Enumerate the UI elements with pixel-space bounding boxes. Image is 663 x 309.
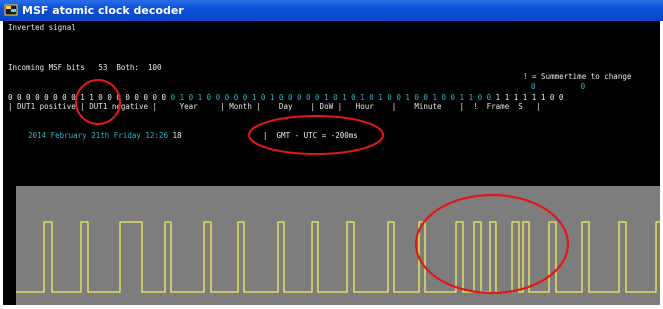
bit-row-time: 0 1 0 1 0 0 0 0 0 1 0 1 0 0 0 0 0 1 0 1 … [170,93,492,102]
gmt-utc-offset: | GMT - UTC = -200ms [263,131,358,140]
both-count: 100 [147,63,162,72]
bit-row-tail: 1 1 1 1 1 1 0 0 [495,93,564,102]
bit-row-dut1: 0 0 0 0 0 0 0 0 1 1 0 0 0 0 0 0 0 0 [8,93,167,102]
scope-plot-area [16,186,660,305]
console-output: Inverted signal Incoming MSF bits 53 Bot… [3,21,660,185]
signal-mode-text: Inverted signal [8,23,76,32]
decoded-date: 2014 February 21th Friday 12:26 [28,131,168,140]
app-icon [4,4,18,16]
title-bar[interactable]: MSF atomic clock decoder [0,0,663,21]
summertime-bits: 0 0 [531,82,586,91]
field-labels: | DUT1 positive | DUT1 negative | Year |… [8,102,541,111]
both-label: Both: [116,63,139,72]
decoded-seconds: 18 [172,131,182,140]
summertime-note: ! = Summertime to change [523,72,632,81]
bit-row: 0 0 0 0 0 0 0 0 1 1 0 0 0 0 0 0 0 0 0 1 … [8,93,563,102]
decoded-time-line: 2014 February 21th Friday 12:26 18 [28,131,182,140]
signal-trace [16,221,660,293]
signal-scope [3,185,660,305]
incoming-bits-line: Incoming MSF bits 53 Both: 100 [8,63,162,72]
decoder-window: MSF atomic clock decoder Inverted signal… [0,0,663,309]
incoming-label: Incoming MSF bits [8,63,85,72]
signal-trace-svg [16,221,660,293]
window-title: MSF atomic clock decoder [22,4,184,17]
incoming-count: 53 [98,63,108,72]
